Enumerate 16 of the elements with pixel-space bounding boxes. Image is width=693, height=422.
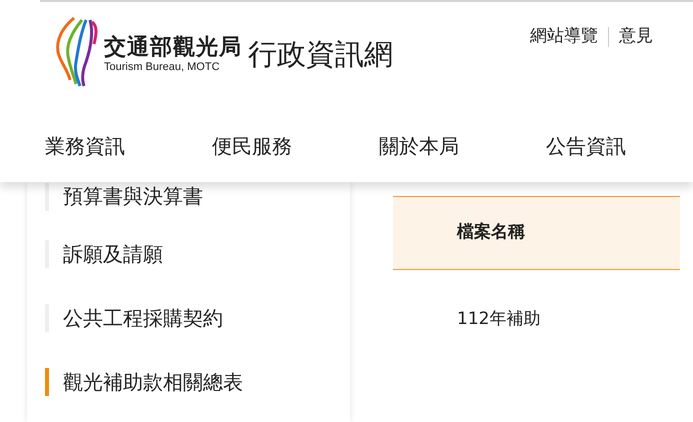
nav-item[interactable]: 關於本局 [379,131,459,161]
site-name: 行政資訊網 [248,36,393,72]
sidebar-item[interactable]: 公共工程採購契約 [63,305,223,331]
logo-icon [54,14,100,88]
sidebar-item[interactable]: 觀光補助款相關總表 [63,369,243,395]
logo-title: 交通部觀光局 [104,34,242,60]
sidebar-item[interactable]: 訴願及請願 [63,241,163,267]
top-link[interactable]: 網站導覽 [530,24,598,50]
top-link[interactable]: 意見 [619,24,653,50]
column-header: 檔案名稱 [457,221,525,244]
table-cell-text: 112年補助 [457,308,540,332]
nav-item[interactable]: 業務資訊 [45,131,125,161]
nav-item[interactable]: 公告資訊 [546,131,626,161]
nav-item[interactable]: 便民服務 [212,131,292,161]
sidebar-item[interactable]: 預算書與決算書 [63,183,203,209]
logo-subtitle: Tourism Bureau, MOTC [104,60,221,74]
